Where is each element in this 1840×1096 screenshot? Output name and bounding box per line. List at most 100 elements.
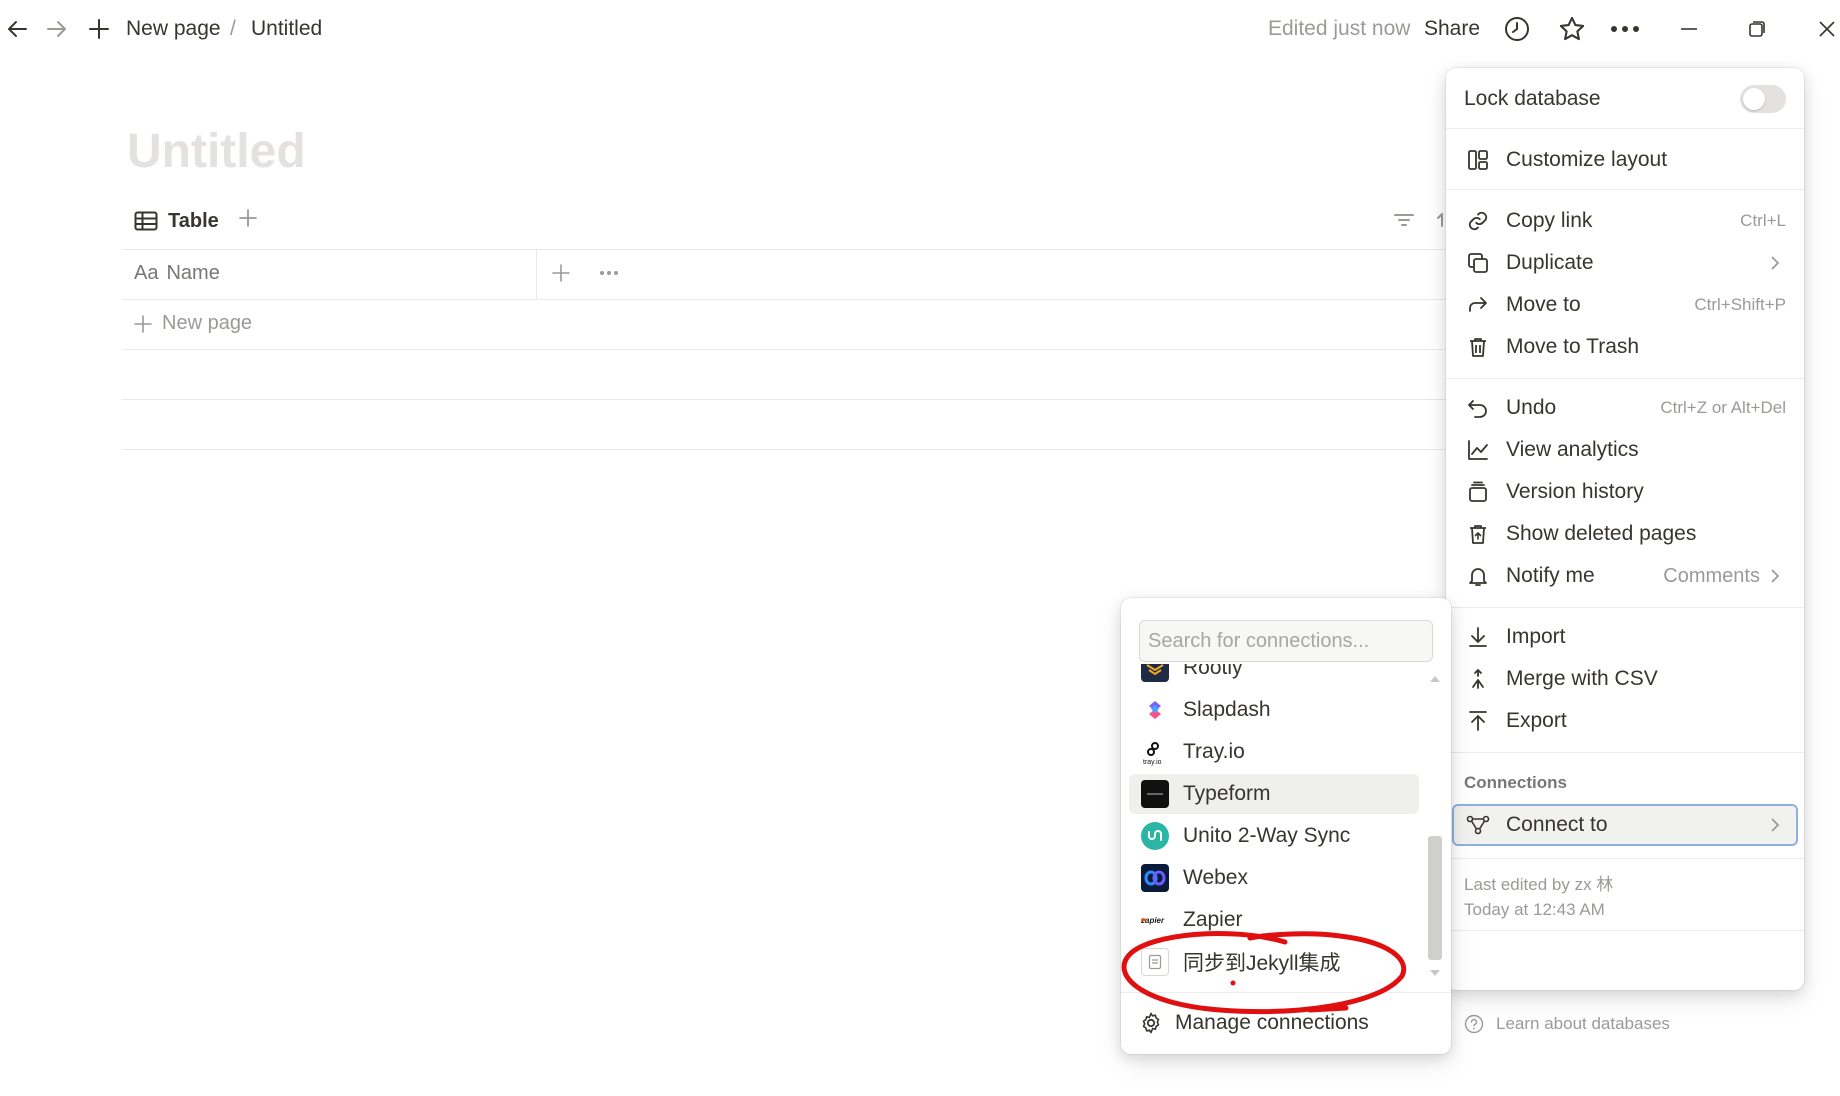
connect-to-label: Connect to: [1506, 813, 1608, 836]
connection-nodes-icon: [1464, 811, 1492, 839]
copy-link-shortcut: Ctrl+L: [1740, 211, 1786, 230]
view-tab-table[interactable]: Table: [134, 205, 219, 237]
connection-item-zapier[interactable]: zapier Zapier: [1129, 900, 1419, 940]
column-more-icon[interactable]: [596, 260, 622, 286]
import-arrow-icon: [1464, 623, 1492, 651]
connections-scrollbar-thumb[interactable]: [1428, 836, 1442, 960]
customize-layout-item[interactable]: Customize layout: [1464, 141, 1786, 179]
connection-item-slapdash[interactable]: Slapdash: [1129, 690, 1419, 730]
back-arrow-icon[interactable]: [2, 14, 32, 44]
connections-popup: Rootly Slapdash tray.io Tray.io Typeform…: [1121, 598, 1451, 1054]
merge-csv-label: Merge with CSV: [1506, 667, 1658, 690]
add-column-plus-icon[interactable]: [548, 260, 574, 286]
rootly-logo-icon: [1141, 664, 1169, 682]
scroll-up-arrow-icon[interactable]: [1430, 676, 1440, 682]
lock-database-label: Lock database: [1464, 87, 1601, 110]
lock-database-item[interactable]: Lock database: [1464, 80, 1786, 118]
name-column-header[interactable]: Aa Name: [134, 262, 220, 285]
learn-label: Learn about databases: [1496, 1014, 1670, 1033]
export-label: Export: [1506, 709, 1567, 732]
svg-text:tray.io: tray.io: [1143, 759, 1162, 766]
connection-label: Typeform: [1183, 782, 1271, 805]
manage-connections-button[interactable]: Manage connections: [1139, 1004, 1369, 1042]
add-view-plus-icon[interactable]: [234, 204, 262, 232]
new-page-plus-icon[interactable]: [84, 14, 114, 44]
column-divider: [536, 250, 537, 299]
connections-search-input[interactable]: [1139, 620, 1433, 662]
chevron-right-icon: [1770, 568, 1786, 584]
last-edited-by: Last edited by zx 林: [1464, 875, 1614, 894]
import-item[interactable]: Import: [1464, 618, 1786, 656]
webex-logo-icon: [1141, 864, 1169, 892]
view-analytics-label: View analytics: [1506, 438, 1639, 461]
connection-label: Zapier: [1183, 908, 1243, 931]
top-bar: New page / Untitled Edited just now Shar…: [0, 0, 1840, 60]
connection-item-jekyll-sync[interactable]: 同步到Jekyll集成: [1129, 942, 1419, 982]
connection-item-trayio[interactable]: tray.io Tray.io: [1129, 732, 1419, 772]
move-to-shortcut: Ctrl+Shift+P: [1694, 295, 1786, 314]
menu-divider: [1446, 858, 1804, 859]
connection-item-unito[interactable]: Unito 2-Way Sync: [1129, 816, 1419, 856]
export-item[interactable]: Export: [1464, 702, 1786, 740]
connections-section-label: Connections: [1464, 773, 1567, 792]
notify-me-item[interactable]: Notify me Comments: [1464, 557, 1786, 595]
version-history-label: Version history: [1506, 480, 1644, 503]
zapier-logo-icon: zapier: [1141, 906, 1169, 934]
merge-with-csv-item[interactable]: Merge with CSV: [1464, 660, 1786, 698]
connection-item-rootly[interactable]: Rootly: [1129, 664, 1419, 688]
restore-trash-icon: [1464, 520, 1492, 548]
undo-item[interactable]: Undo Ctrl+Z or Alt+Del: [1464, 389, 1786, 427]
new-row-label: New page: [162, 312, 253, 334]
history-clock-icon[interactable]: [1502, 14, 1532, 44]
connection-item-typeform[interactable]: Typeform: [1129, 774, 1419, 814]
show-deleted-label: Show deleted pages: [1506, 522, 1697, 545]
copy-link-item[interactable]: Copy link Ctrl+L: [1464, 202, 1786, 240]
share-button[interactable]: Share: [1424, 16, 1480, 42]
menu-divider: [1446, 378, 1804, 379]
duplicate-label: Duplicate: [1506, 251, 1594, 274]
more-options-icon[interactable]: [1610, 14, 1640, 44]
window-restore-icon[interactable]: [1742, 14, 1772, 44]
menu-divider: [1446, 189, 1804, 190]
version-history-item[interactable]: Version history: [1464, 473, 1786, 511]
move-to-item[interactable]: Move to Ctrl+Shift+P: [1464, 286, 1786, 324]
page-doc-icon: [1141, 948, 1169, 976]
copy-link-label: Copy link: [1506, 209, 1593, 232]
duplicate-item[interactable]: Duplicate: [1464, 244, 1786, 282]
connect-to-item[interactable]: Connect to: [1464, 806, 1786, 844]
page-title[interactable]: Untitled: [127, 122, 306, 182]
move-to-label: Move to: [1506, 293, 1581, 316]
connection-label: Tray.io: [1183, 740, 1245, 763]
sort-icon[interactable]: [1436, 208, 1446, 234]
move-to-trash-item[interactable]: Move to Trash: [1464, 328, 1786, 366]
manage-connections-label: Manage connections: [1175, 1011, 1369, 1034]
notify-me-value: Comments: [1663, 564, 1760, 587]
merge-icon: [1464, 665, 1492, 693]
star-favorite-icon[interactable]: [1557, 14, 1587, 44]
learn-about-databases-link[interactable]: Learn about databases: [1464, 1014, 1670, 1034]
forward-arrow-icon[interactable]: [42, 14, 72, 44]
row-border: [122, 349, 1452, 350]
window-close-icon[interactable]: [1812, 14, 1840, 44]
move-to-trash-label: Move to Trash: [1506, 335, 1640, 358]
new-row-button[interactable]: New page: [134, 312, 252, 335]
connection-label: Webex: [1183, 866, 1248, 889]
scroll-down-arrow-icon[interactable]: [1430, 970, 1440, 976]
window-minimize-icon[interactable]: [1674, 14, 1704, 44]
text-property-icon: Aa: [134, 262, 159, 284]
connection-label: Slapdash: [1183, 698, 1271, 721]
breadcrumb-current[interactable]: Untitled: [251, 16, 322, 42]
menu-divider: [1446, 607, 1804, 608]
table-view-icon: [134, 211, 158, 231]
connections-list: Rootly Slapdash tray.io Tray.io Typeform…: [1121, 664, 1451, 990]
bell-icon: [1464, 562, 1492, 590]
breadcrumb-new-page[interactable]: New page: [126, 16, 221, 42]
view-analytics-item[interactable]: View analytics: [1464, 431, 1786, 469]
trash-icon: [1464, 333, 1492, 361]
lock-database-toggle[interactable]: [1740, 85, 1786, 113]
show-deleted-pages-item[interactable]: Show deleted pages: [1464, 515, 1786, 553]
filter-icon[interactable]: [1392, 208, 1418, 234]
connection-item-webex[interactable]: Webex: [1129, 858, 1419, 898]
menu-divider: [1446, 930, 1804, 931]
duplicate-icon: [1464, 249, 1492, 277]
